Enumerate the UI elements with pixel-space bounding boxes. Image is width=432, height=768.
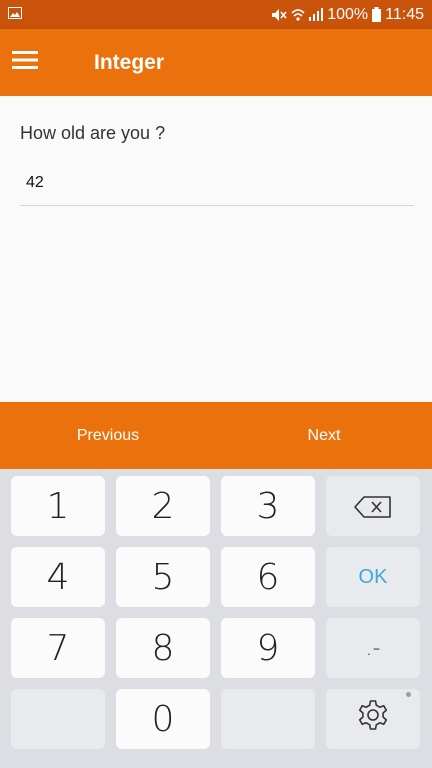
- key-4[interactable]: 4: [11, 547, 105, 607]
- settings-key[interactable]: [326, 689, 420, 749]
- question-label: How old are you ?: [20, 123, 166, 143]
- battery-icon: [372, 7, 382, 22]
- answer-input[interactable]: [20, 160, 414, 206]
- mute-icon: [271, 8, 287, 22]
- question-form: How old are you ?: [0, 96, 432, 402]
- wifi-icon: [291, 8, 305, 22]
- empty-key-left: [11, 689, 105, 749]
- key-0[interactable]: 0: [116, 689, 210, 749]
- key-3[interactable]: 3: [221, 476, 315, 536]
- previous-button[interactable]: Previous: [0, 402, 216, 469]
- hamburger-menu-icon: [12, 50, 38, 75]
- next-button[interactable]: Next: [216, 402, 432, 469]
- key-2[interactable]: 2: [116, 476, 210, 536]
- backspace-icon: [354, 486, 392, 527]
- backspace-key[interactable]: [326, 476, 420, 536]
- navigation-bar: Previous Next: [0, 402, 432, 469]
- app-bar: Integer: [0, 29, 432, 96]
- symbols-key[interactable]: .-: [326, 618, 420, 678]
- key-6[interactable]: 6: [221, 547, 315, 607]
- menu-button[interactable]: [0, 37, 50, 87]
- signal-icon: [309, 8, 324, 21]
- battery-percentage: 100%: [327, 5, 369, 23]
- key-1[interactable]: 1: [11, 476, 105, 536]
- status-bar: 100% 11:45: [0, 0, 432, 29]
- page-title: Integer: [94, 51, 165, 74]
- key-7[interactable]: 7: [11, 618, 105, 678]
- gallery-notification-icon: [8, 6, 22, 24]
- indicator-dot: [406, 692, 411, 697]
- ok-key[interactable]: OK: [326, 547, 420, 607]
- key-9[interactable]: 9: [221, 618, 315, 678]
- empty-key-right: [221, 689, 315, 749]
- key-8[interactable]: 8: [116, 618, 210, 678]
- gear-icon: [356, 698, 390, 741]
- clock: 11:45: [385, 5, 424, 23]
- key-5[interactable]: 5: [116, 547, 210, 607]
